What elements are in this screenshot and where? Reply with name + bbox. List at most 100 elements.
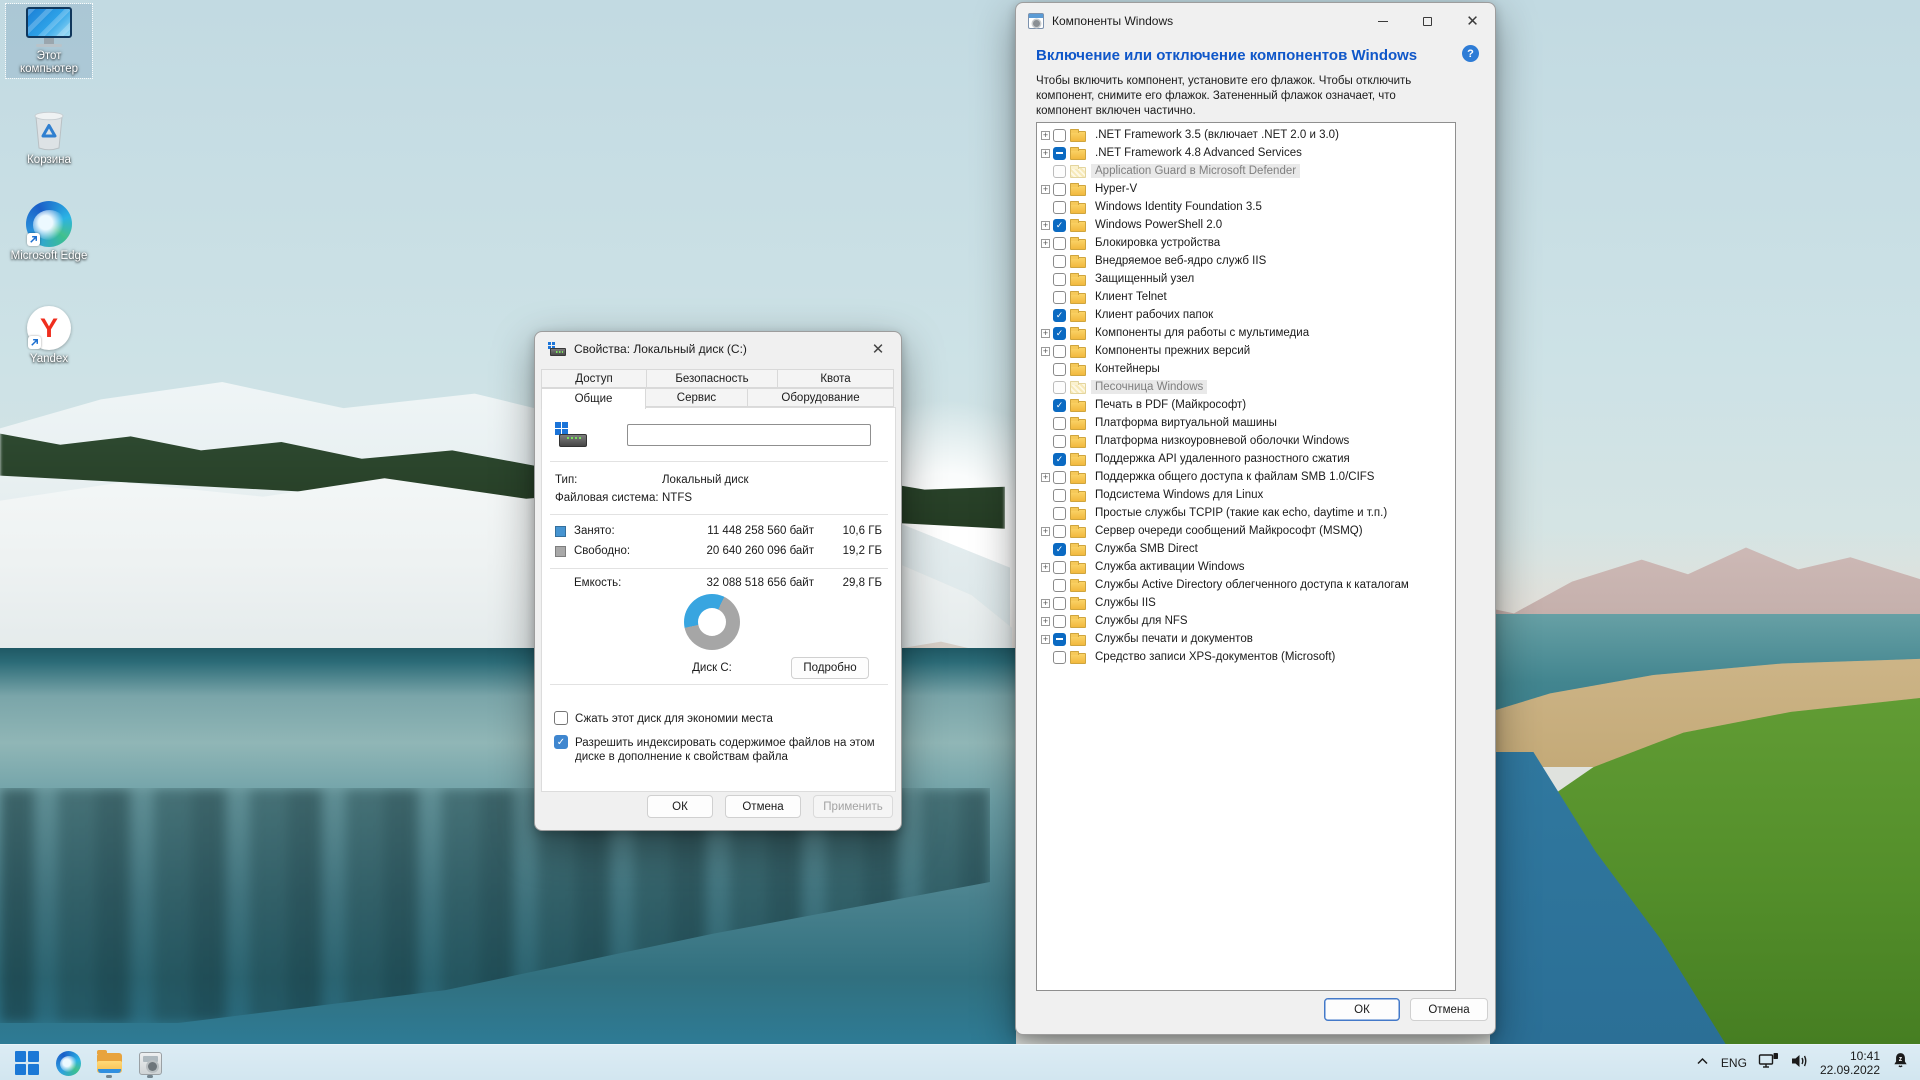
expand-plus-icon[interactable]: + [1041, 149, 1050, 158]
expand-plus-icon[interactable]: + [1041, 617, 1050, 626]
desktop-icon-this-pc[interactable]: Этот компьютер [6, 4, 92, 78]
feature-row[interactable]: +Windows PowerShell 2.0 [1041, 216, 1455, 234]
feature-checkbox[interactable] [1053, 381, 1066, 394]
expand-plus-icon[interactable]: + [1041, 347, 1050, 356]
close-icon[interactable]: ✕ [855, 332, 901, 365]
feature-checkbox[interactable] [1053, 327, 1066, 340]
language-indicator[interactable]: ENG [1721, 1056, 1747, 1070]
tab-general[interactable]: Общие [541, 388, 646, 409]
feature-checkbox[interactable] [1053, 543, 1066, 556]
feature-row[interactable]: Службы Active Directory облегченного дос… [1041, 576, 1455, 594]
notification-bell-icon[interactable]: z [1891, 1051, 1910, 1075]
feature-row[interactable]: Простые службы TCPIP (такие как echo, da… [1041, 504, 1455, 522]
feature-row[interactable]: +Компоненты для работы с мультимедиа [1041, 324, 1455, 342]
feature-checkbox[interactable] [1053, 633, 1066, 646]
feature-row[interactable]: Контейнеры [1041, 360, 1455, 378]
feature-row[interactable]: Подсистема Windows для Linux [1041, 486, 1455, 504]
compress-disk-checkbox[interactable] [554, 711, 568, 725]
feature-row[interactable]: Application Guard в Microsoft Defender [1041, 162, 1455, 180]
feature-row[interactable]: +.NET Framework 3.5 (включает .NET 2.0 и… [1041, 126, 1455, 144]
help-icon[interactable]: ? [1462, 45, 1479, 62]
details-button[interactable]: Подробно [791, 657, 869, 679]
feature-checkbox[interactable] [1053, 273, 1066, 286]
tab-hardware[interactable]: Оборудование [747, 388, 894, 407]
feature-checkbox[interactable] [1053, 309, 1066, 322]
feature-checkbox[interactable] [1053, 417, 1066, 430]
feature-checkbox[interactable] [1053, 399, 1066, 412]
desktop-icon-yandex[interactable]: Y Yandex [6, 303, 92, 368]
feature-checkbox[interactable] [1053, 471, 1066, 484]
feature-checkbox[interactable] [1053, 453, 1066, 466]
expand-plus-icon[interactable]: + [1041, 221, 1050, 230]
expand-plus-icon[interactable]: + [1041, 473, 1050, 482]
allow-indexing-checkbox[interactable]: ✓ [554, 735, 568, 749]
tab-quota[interactable]: Квота [777, 369, 894, 388]
feature-row[interactable]: Клиент Telnet [1041, 288, 1455, 306]
expand-plus-icon[interactable]: + [1041, 527, 1050, 536]
expand-plus-icon[interactable]: + [1041, 131, 1050, 140]
feature-row[interactable]: Клиент рабочих папок [1041, 306, 1455, 324]
feature-row[interactable]: Печать в PDF (Майкрософт) [1041, 396, 1455, 414]
feature-row[interactable]: Средство записи XPS-документов (Microsof… [1041, 648, 1455, 666]
feature-row[interactable]: +Службы печати и документов [1041, 630, 1455, 648]
expand-plus-icon[interactable]: + [1041, 239, 1050, 248]
ok-button[interactable]: ОК [647, 795, 713, 818]
feature-row[interactable]: +.NET Framework 4.8 Advanced Services [1041, 144, 1455, 162]
volume-icon[interactable] [1790, 1053, 1809, 1074]
feature-checkbox[interactable] [1053, 615, 1066, 628]
taskbar-windows-features-button[interactable] [137, 1048, 163, 1078]
feature-checkbox[interactable] [1053, 255, 1066, 268]
feature-checkbox[interactable] [1053, 507, 1066, 520]
feature-checkbox[interactable] [1053, 237, 1066, 250]
feature-checkbox[interactable] [1053, 129, 1066, 142]
feature-row[interactable]: +Поддержка общего доступа к файлам SMB 1… [1041, 468, 1455, 486]
desktop-icon-edge[interactable]: Microsoft Edge [6, 198, 92, 265]
cancel-button[interactable]: Отмена [1410, 998, 1488, 1021]
feature-checkbox[interactable] [1053, 201, 1066, 214]
taskbar-clock[interactable]: 10:41 22.09.2022 [1820, 1049, 1880, 1077]
feature-row[interactable]: Служба SMB Direct [1041, 540, 1455, 558]
feature-row[interactable]: +Блокировка устройства [1041, 234, 1455, 252]
feature-checkbox[interactable] [1053, 525, 1066, 538]
maximize-icon[interactable] [1405, 3, 1450, 39]
feature-checkbox[interactable] [1053, 183, 1066, 196]
feature-row[interactable]: Windows Identity Foundation 3.5 [1041, 198, 1455, 216]
start-button[interactable] [14, 1048, 40, 1078]
ok-button[interactable]: ОК [1324, 998, 1400, 1021]
taskbar-edge-button[interactable] [55, 1048, 81, 1078]
feature-checkbox[interactable] [1053, 561, 1066, 574]
feature-row[interactable]: Внедряемое веб-ядро служб IIS [1041, 252, 1455, 270]
feature-checkbox[interactable] [1053, 651, 1066, 664]
feature-checkbox[interactable] [1053, 579, 1066, 592]
feature-row[interactable]: Защищенный узел [1041, 270, 1455, 288]
feature-row[interactable]: Песочница Windows [1041, 378, 1455, 396]
feature-row[interactable]: +Служба активации Windows [1041, 558, 1455, 576]
network-icon[interactable] [1758, 1052, 1779, 1074]
feature-checkbox[interactable] [1053, 363, 1066, 376]
feature-row[interactable]: +Hyper-V [1041, 180, 1455, 198]
feature-checkbox[interactable] [1053, 435, 1066, 448]
feature-row[interactable]: +Службы для NFS [1041, 612, 1455, 630]
features-list[interactable]: +.NET Framework 3.5 (включает .NET 2.0 и… [1036, 122, 1456, 991]
feature-checkbox[interactable] [1053, 165, 1066, 178]
tray-chevron-up-icon[interactable] [1695, 1054, 1710, 1072]
feature-row[interactable]: +Сервер очереди сообщений Майкрософт (MS… [1041, 522, 1455, 540]
feature-checkbox[interactable] [1053, 489, 1066, 502]
feature-checkbox[interactable] [1053, 345, 1066, 358]
expand-plus-icon[interactable]: + [1041, 599, 1050, 608]
feature-checkbox[interactable] [1053, 597, 1066, 610]
feature-row[interactable]: Платформа виртуальной машины [1041, 414, 1455, 432]
expand-plus-icon[interactable]: + [1041, 185, 1050, 194]
volume-label-input[interactable] [627, 424, 871, 446]
feature-row[interactable]: Поддержка API удаленного разностного сжа… [1041, 450, 1455, 468]
close-icon[interactable]: ✕ [1450, 3, 1495, 39]
expand-plus-icon[interactable]: + [1041, 635, 1050, 644]
taskbar-explorer-button[interactable] [96, 1048, 122, 1078]
properties-titlebar[interactable]: Свойства: Локальный диск (C:) [535, 332, 901, 366]
feature-checkbox[interactable] [1053, 219, 1066, 232]
feature-row[interactable]: +Компоненты прежних версий [1041, 342, 1455, 360]
feature-row[interactable]: +Службы IIS [1041, 594, 1455, 612]
cancel-button[interactable]: Отмена [725, 795, 801, 818]
desktop-icon-recycle-bin[interactable]: Корзина [6, 104, 92, 169]
expand-plus-icon[interactable]: + [1041, 329, 1050, 338]
